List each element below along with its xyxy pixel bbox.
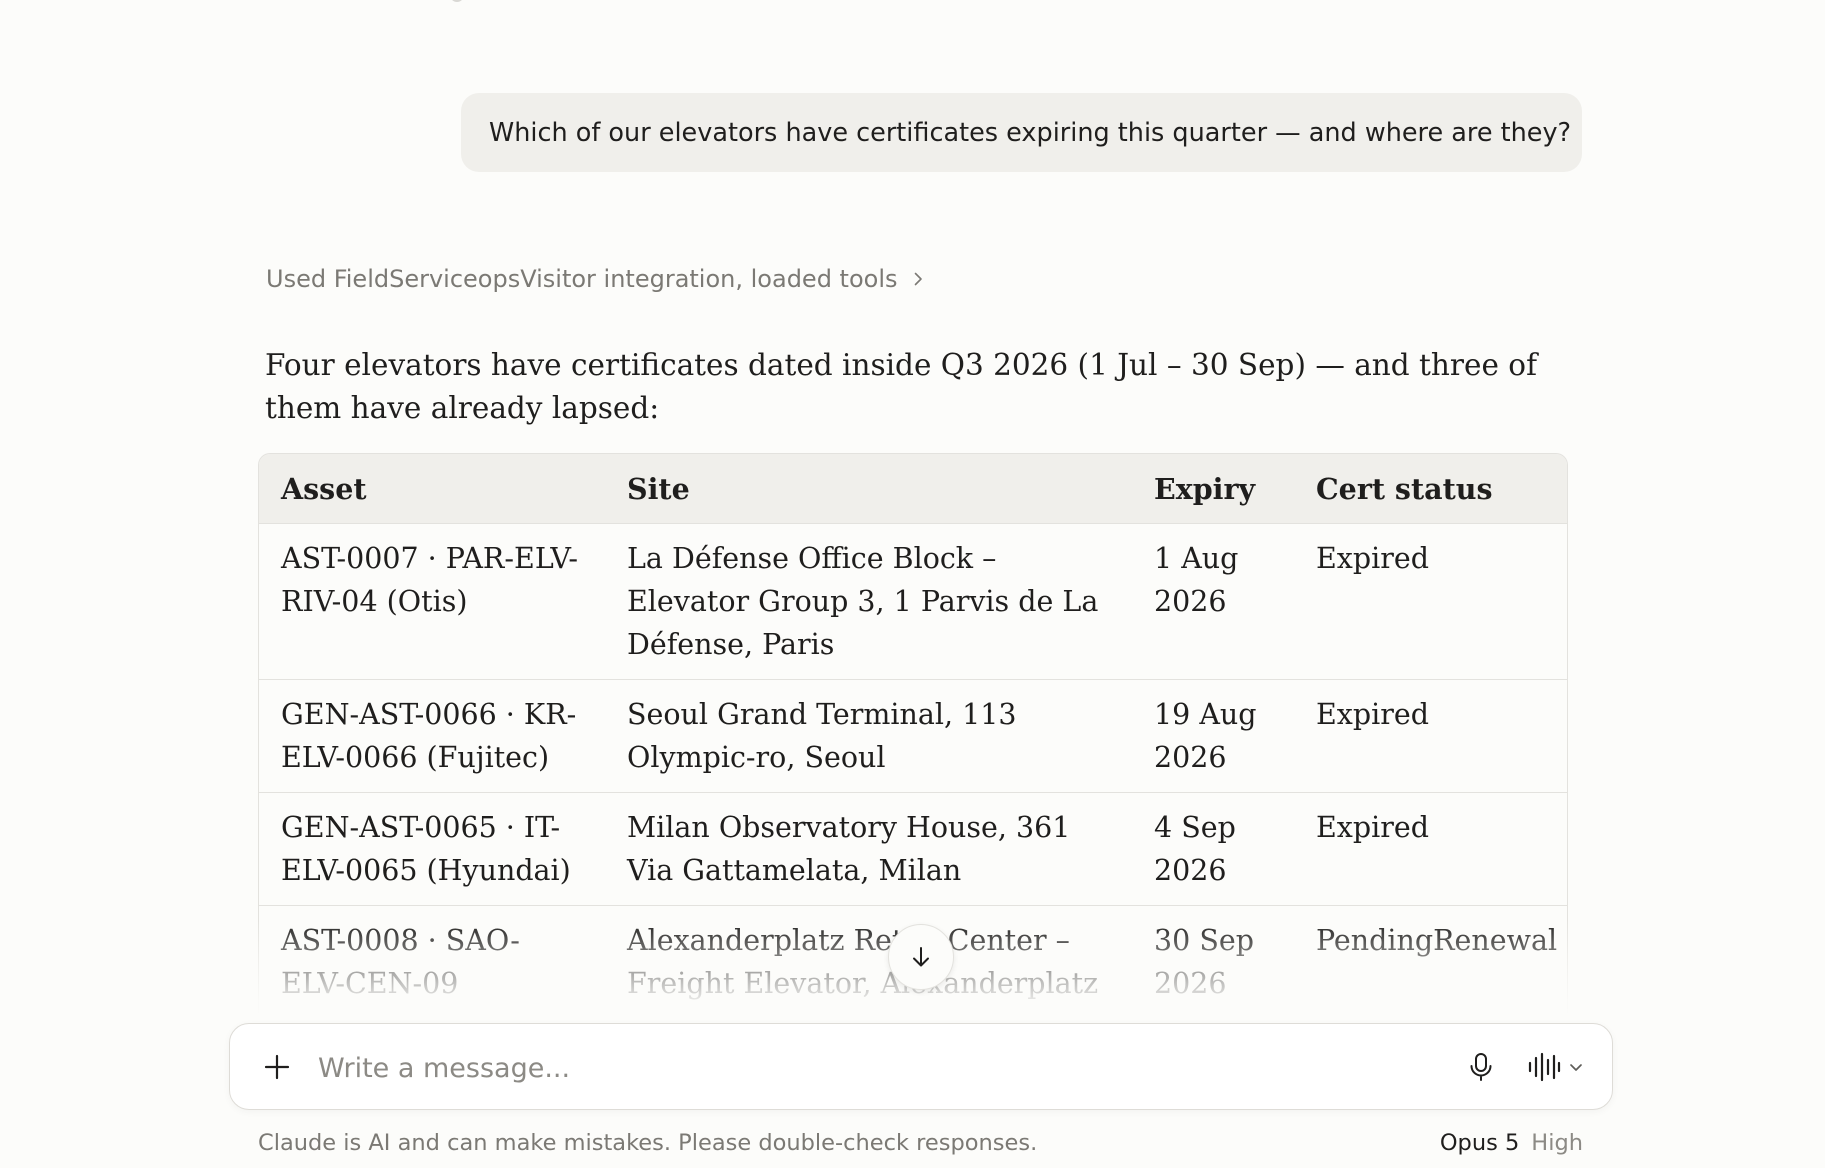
table-row: GEN-AST-0066 · KR-ELV-0066 (Fujitec) Seo… (259, 679, 1567, 793)
column-header-asset: Asset (259, 454, 605, 524)
expiry-cell: 19 Aug 2026 (1132, 679, 1294, 793)
tool-use-summary[interactable]: Used FieldServiceopsVisitor integration,… (266, 265, 926, 293)
ai-disclaimer: Claude is AI and can make mistakes. Plea… (258, 1130, 1038, 1156)
expiry-cell: 1 Aug 2026 (1132, 523, 1294, 680)
expiry-cell: 4 Sep 2026 (1132, 792, 1294, 906)
assistant-response-intro: Four elevators have certificates dated i… (265, 348, 1537, 425)
column-header-cert-status: Cert status (1294, 454, 1567, 524)
asset-cell: GEN-AST-0065 · IT-ELV-0065 (Hyundai) (259, 792, 605, 906)
site-cell: Alexanderplatz Retail Center – Freight E… (605, 905, 1132, 1013)
expiry-cell: 30 Sep 2026 (1132, 905, 1294, 1013)
user-message-bubble: Which of our elevators have certificates… (461, 93, 1582, 172)
asset-cell: GEN-AST-0066 · KR-ELV-0066 (Fujitec) (259, 679, 605, 793)
chevron-right-icon (914, 272, 922, 286)
column-header-expiry: Expiry (1132, 454, 1294, 524)
asset-cell: AST-0008 · SAO-ELV-CEN-09 (Schindler) (259, 905, 605, 1013)
microphone-icon[interactable] (1462, 1048, 1500, 1086)
model-name[interactable]: Opus 5 (1440, 1130, 1519, 1156)
site-cell: Milan Observatory House, 361 Via Gattame… (605, 792, 1132, 906)
cert-status-cell: Expired (1294, 679, 1567, 793)
arrow-down-icon (913, 947, 929, 967)
cert-status-cell: Expired (1294, 523, 1567, 680)
site-cell: Seoul Grand Terminal, 113 Olympic-ro, Se… (605, 679, 1132, 793)
voice-waveform-icon (1528, 1052, 1561, 1082)
table-row: GEN-AST-0065 · IT-ELV-0065 (Hyundai) Mil… (259, 792, 1567, 906)
previous-message-fragment (450, 0, 464, 2)
plus-icon[interactable] (260, 1050, 294, 1084)
cert-status-cell: Expired (1294, 792, 1567, 906)
message-input[interactable] (316, 1044, 1370, 1092)
message-composer (229, 1023, 1613, 1110)
model-selector[interactable]: Opus 5 High (1440, 1130, 1583, 1156)
tool-use-label: Used FieldServiceopsVisitor integration,… (266, 265, 898, 293)
voice-mode-button[interactable] (1526, 1048, 1600, 1086)
effort-level[interactable]: High (1531, 1130, 1583, 1156)
user-message-text: Which of our elevators have certificates… (489, 117, 1572, 148)
chevron-down-icon (1570, 1064, 1582, 1071)
asset-cell: AST-0007 · PAR-ELV-RIV-04 (Otis) (259, 523, 605, 680)
table-row: AST-0007 · PAR-ELV-RIV-04 (Otis) La Défe… (259, 523, 1567, 680)
cert-status-cell: PendingRenewal (1294, 905, 1567, 1013)
site-cell: La Défense Office Block – Elevator Group… (605, 523, 1132, 680)
scroll-to-bottom-button[interactable] (888, 924, 954, 990)
column-header-site: Site (605, 454, 1132, 524)
table-header-row: Asset Site Expiry Cert status (259, 454, 1567, 524)
